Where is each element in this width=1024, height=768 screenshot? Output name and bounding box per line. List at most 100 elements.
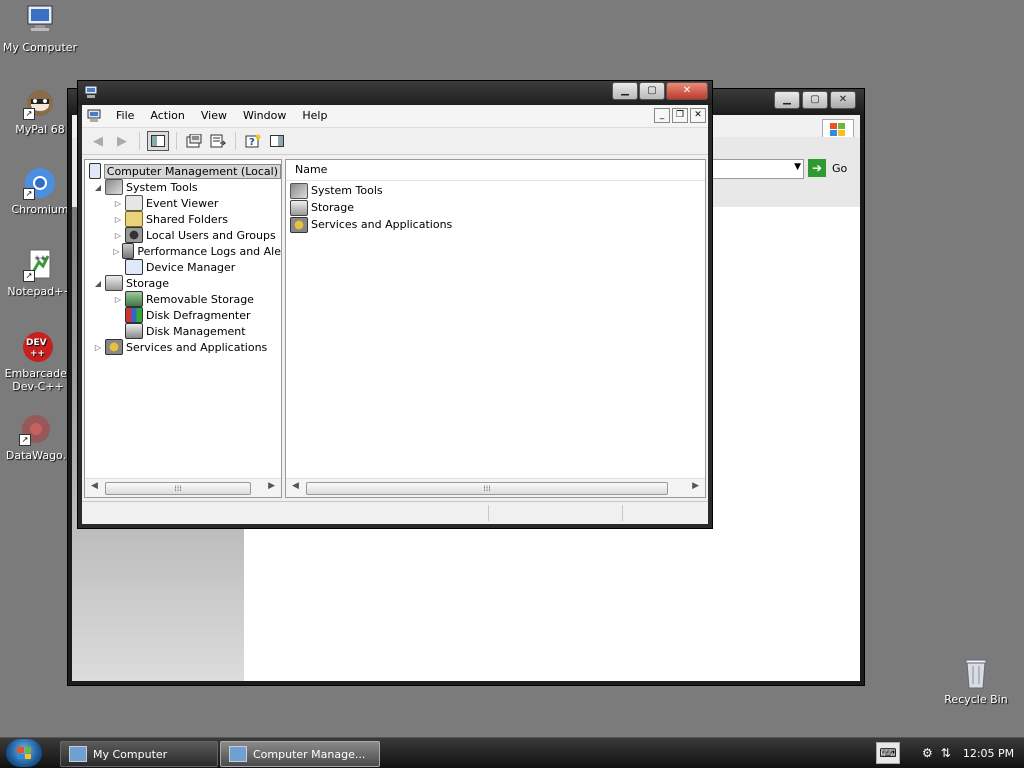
keyboard-icon[interactable]: ⌨: [876, 742, 900, 764]
back-arrow-icon[interactable]: ◀: [88, 132, 108, 150]
menu-file[interactable]: File: [108, 105, 142, 127]
tree-item-removable-storage[interactable]: ▷ Removable Storage: [85, 291, 281, 307]
desktop-icon-datawago[interactable]: ↗ DataWago.: [0, 412, 76, 462]
status-bar-divider: [622, 505, 623, 521]
menu-window[interactable]: Window: [235, 105, 294, 127]
mdi-child-icon[interactable]: [86, 109, 102, 123]
mdi-restore-button[interactable]: ❐: [672, 108, 688, 123]
minimize-button[interactable]: ▁: [612, 82, 638, 100]
list-item-services-applications[interactable]: Services and Applications: [290, 216, 705, 233]
menu-action[interactable]: Action: [142, 105, 192, 127]
tree-item-label: Computer Management (Local): [103, 163, 281, 179]
results-pane[interactable]: Name System Tools Storage Services and A…: [285, 159, 706, 498]
system-tools-icon: [105, 179, 123, 195]
horizontal-scrollbar[interactable]: ◀ ⁞⁞⁞ ▶: [286, 478, 705, 497]
go-arrow-icon: ➔: [808, 159, 826, 177]
collapsed-triangle-icon[interactable]: ▷: [113, 295, 123, 304]
collapsed-triangle-icon[interactable]: ▷: [113, 231, 123, 240]
svg-text:?: ?: [249, 137, 255, 148]
disk-management-icon: [125, 323, 143, 339]
collapsed-triangle-icon[interactable]: ▷: [113, 247, 120, 256]
desktop-icon-label: Recycle Bin: [944, 693, 1008, 706]
tray-tools-icon[interactable]: ⚙: [922, 746, 933, 760]
properties-icon[interactable]: [184, 132, 204, 150]
console-tree-pane[interactable]: Computer Management (Local) ◢ System Too…: [84, 159, 282, 498]
taskbar-button-my-computer[interactable]: My Computer: [60, 741, 218, 767]
tree-item-shared-folders[interactable]: ▷ Shared Folders: [85, 211, 281, 227]
services-applications-icon: [105, 339, 123, 355]
expanded-triangle-icon[interactable]: ◢: [93, 279, 103, 288]
tree-item-local-users-groups[interactable]: ▷ Local Users and Groups: [85, 227, 281, 243]
scroll-right-arrow-icon[interactable]: ▶: [692, 481, 699, 491]
list-item-storage[interactable]: Storage: [290, 199, 705, 216]
list-item-label: Services and Applications: [311, 218, 453, 231]
show-hide-console-tree-icon[interactable]: [147, 131, 169, 151]
horizontal-scrollbar[interactable]: ◀ ⁞⁞⁞ ▶: [85, 478, 281, 497]
computer-management-icon[interactable]: [83, 85, 99, 99]
expanded-triangle-icon[interactable]: ◢: [93, 183, 103, 192]
tree-item-computer-management[interactable]: Computer Management (Local): [85, 163, 281, 179]
event-viewer-icon: [125, 195, 143, 211]
clock[interactable]: 12:05 PM: [963, 747, 1014, 760]
results-list: System Tools Storage Services and Applic…: [290, 182, 705, 233]
address-input[interactable]: ▼: [708, 159, 804, 179]
start-button[interactable]: [6, 739, 42, 767]
minimize-button[interactable]: ▁: [774, 91, 800, 109]
toolbar-separator: [176, 132, 177, 150]
shortcut-arrow-icon: ↗: [23, 108, 35, 120]
mdi-close-button[interactable]: ✕: [690, 108, 706, 123]
storage-icon: [105, 275, 123, 291]
chromium-icon: ↗: [23, 166, 57, 200]
maximize-button[interactable]: ▢: [802, 91, 828, 109]
tree-item-performance-logs[interactable]: ▷ Performance Logs and Ale: [85, 243, 281, 259]
window-titlebar[interactable]: ▁ ▢ ✕: [78, 81, 712, 105]
tree-item-storage[interactable]: ◢ Storage: [85, 275, 281, 291]
taskbar-button-computer-management[interactable]: Computer Manage...: [220, 741, 380, 767]
computer-management-window[interactable]: ▁ ▢ ✕ File Action View Window Help _ ❐ ✕…: [77, 80, 713, 529]
close-button[interactable]: ✕: [666, 82, 708, 100]
chevron-down-icon[interactable]: ▼: [794, 162, 801, 172]
shortcut-arrow-icon: ↗: [23, 270, 35, 282]
notepadpp-icon: ++ ↗: [23, 248, 57, 282]
collapsed-triangle-icon[interactable]: ▷: [93, 343, 103, 352]
tree-item-label: Storage: [126, 276, 170, 290]
help-icon[interactable]: ?: [243, 132, 263, 150]
tree-item-event-viewer[interactable]: ▷ Event Viewer: [85, 195, 281, 211]
svg-text:DEV: DEV: [26, 338, 47, 348]
scroll-left-arrow-icon[interactable]: ◀: [292, 481, 299, 491]
menu-view[interactable]: View: [193, 105, 235, 127]
tree-item-label: Disk Management: [146, 324, 246, 338]
close-button[interactable]: ✕: [830, 91, 856, 109]
menu-help[interactable]: Help: [294, 105, 335, 127]
tree-item-disk-defragmenter[interactable]: Disk Defragmenter: [85, 307, 281, 323]
tree-item-label: Device Manager: [146, 260, 236, 274]
export-list-icon[interactable]: [208, 132, 228, 150]
collapsed-triangle-icon[interactable]: ▷: [113, 199, 123, 208]
scroll-left-arrow-icon[interactable]: ◀: [91, 481, 98, 491]
desktop-icon-recycle-bin[interactable]: Recycle Bin: [936, 656, 1016, 706]
scroll-right-arrow-icon[interactable]: ▶: [268, 481, 275, 491]
window-client-area: File Action View Window Help _ ❐ ✕ ◀ ▶ ?…: [82, 105, 708, 524]
tree-item-system-tools[interactable]: ◢ System Tools: [85, 179, 281, 195]
network-icon[interactable]: ⇅: [941, 746, 951, 760]
column-header-name[interactable]: Name: [286, 160, 705, 181]
show-hide-action-pane-icon[interactable]: [267, 132, 287, 150]
tree-item-services-applications[interactable]: ▷ Services and Applications: [85, 339, 281, 355]
tree-item-device-manager[interactable]: Device Manager: [85, 259, 281, 275]
scroll-thumb[interactable]: ⁞⁞⁞: [306, 482, 668, 495]
computer-icon: [23, 4, 57, 38]
system-tools-icon: [290, 182, 308, 199]
tree-item-label: Performance Logs and Ale: [137, 244, 281, 258]
collapsed-triangle-icon[interactable]: ▷: [113, 215, 123, 224]
list-item-system-tools[interactable]: System Tools: [290, 182, 705, 199]
mdi-minimize-button[interactable]: _: [654, 108, 670, 123]
forward-arrow-icon[interactable]: ▶: [112, 132, 132, 150]
svg-text:++: ++: [34, 254, 46, 262]
computer-management-icon: [89, 163, 101, 179]
desktop-icon-my-computer[interactable]: My Computer: [0, 4, 80, 54]
scroll-thumb[interactable]: ⁞⁞⁞: [105, 482, 251, 495]
list-item-label: Storage: [311, 201, 355, 214]
maximize-button[interactable]: ▢: [639, 82, 665, 100]
go-button[interactable]: ➔ Go: [808, 159, 847, 177]
tree-item-disk-management[interactable]: Disk Management: [85, 323, 281, 339]
